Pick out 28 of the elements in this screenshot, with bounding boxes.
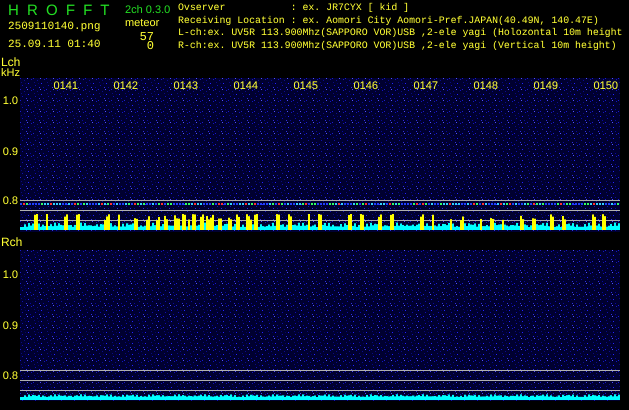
time-label: 0142 <box>114 81 138 92</box>
axis-label: 0.8 <box>2 196 18 207</box>
file-name: 2509110140.png <box>8 20 100 34</box>
channel-label: Rch <box>1 236 22 248</box>
time-label: 0141 <box>54 81 78 92</box>
time-label: 0144 <box>234 81 258 92</box>
time-label: 0150 <box>594 81 618 92</box>
axis-label: 1.0 <box>2 270 18 281</box>
time-label: 0143 <box>174 81 198 92</box>
axis-label: 0.9 <box>2 147 18 158</box>
time-label: 0149 <box>534 81 558 92</box>
meteor-label: meteor <box>125 16 160 30</box>
time-label: 0147 <box>414 81 438 92</box>
info-line: R-ch:ex. UV5R 113.900Mhz(SAPPORO VOR)USB ,2-ele yagi (Vertical 10m height) <box>178 40 618 52</box>
axis-label: 1.0 <box>2 96 18 107</box>
axis-label: 0.8 <box>2 371 18 382</box>
time-label: 0148 <box>474 81 498 92</box>
time-label: 0145 <box>294 81 318 92</box>
axis-label: 0.9 <box>2 321 18 332</box>
info-line: L-ch:ex. UV5R 113.900Mhz(SAPPORO VOR)USB ,2-ele yagi (Holozontal 10m height <box>178 27 622 40</box>
info-line: Ovserver : ex. JR7CYX [ kid ] <box>178 2 410 14</box>
unit-label: kHz <box>1 68 20 79</box>
app-title: H R O F F T <box>8 2 112 20</box>
channel-label: Lch <box>1 56 20 68</box>
date-time: 25.09.11 01:40 <box>8 38 100 52</box>
info-line: Receiving Location : ex. Aomori City Aomori-Pref.JAPAN(40.49N, 140.47E) <box>178 14 600 27</box>
version-label: 2ch 0.3.0 <box>125 3 170 17</box>
time-label: 0146 <box>354 81 378 92</box>
